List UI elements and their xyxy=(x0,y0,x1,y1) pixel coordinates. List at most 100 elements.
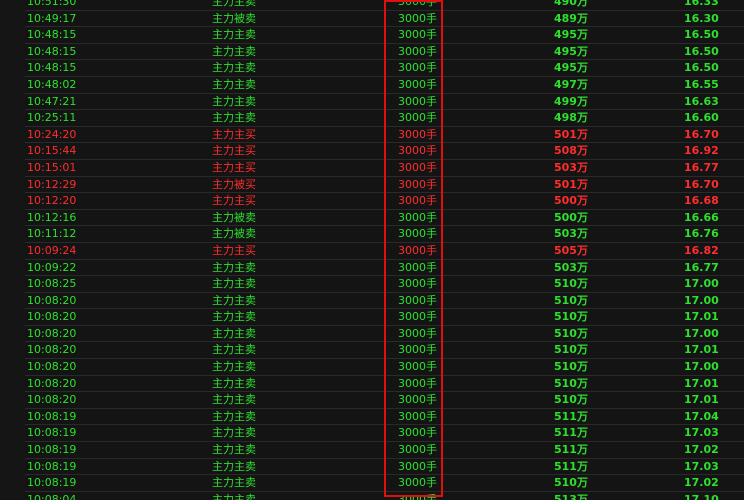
table-row[interactable]: 10:09:24 主力主买 3000手 505万 16.82 xyxy=(25,243,744,260)
trade-amount: 489万 xyxy=(554,11,588,25)
table-row[interactable]: 10:49:17 主力被卖 3000手 489万 16.30 xyxy=(25,11,744,28)
trade-type: 主力主买 xyxy=(212,194,256,208)
trade-amount: 500万 xyxy=(554,210,588,224)
trade-price: 16.55 xyxy=(684,77,719,91)
trade-volume: 3000手 xyxy=(398,343,437,357)
table-row[interactable]: 10:08:19 主力主卖 3000手 511万 17.03 xyxy=(25,459,744,476)
trade-amount: 511万 xyxy=(554,409,588,423)
trade-price: 17.02 xyxy=(684,476,719,490)
trade-price: 16.77 xyxy=(684,160,719,174)
table-row[interactable]: 10:08:19 主力主卖 3000手 511万 17.02 xyxy=(25,442,744,459)
trade-type: 主力主卖 xyxy=(212,409,256,423)
trade-price: 16.60 xyxy=(684,111,719,125)
trade-time: 10:08:20 xyxy=(27,376,77,390)
trade-type: 主力主卖 xyxy=(212,44,256,58)
trade-price: 17.03 xyxy=(684,426,719,440)
trade-price: 16.30 xyxy=(684,11,719,25)
table-row[interactable]: 10:08:20 主力主卖 3000手 510万 17.01 xyxy=(25,376,744,393)
table-row[interactable]: 10:08:25 主力主卖 3000手 510万 17.00 xyxy=(25,276,744,293)
table-row[interactable]: 10:09:22 主力主卖 3000手 503万 16.77 xyxy=(25,260,744,277)
trade-amount: 513万 xyxy=(554,492,588,500)
trade-volume: 3000手 xyxy=(398,194,437,208)
trade-price: 16.70 xyxy=(684,177,719,191)
table-row[interactable]: 10:48:15 主力主卖 3000手 495万 16.50 xyxy=(25,44,744,61)
trade-time: 10:48:02 xyxy=(27,77,77,91)
trade-price: 16.50 xyxy=(684,28,719,42)
trade-price: 17.01 xyxy=(684,310,719,324)
trade-volume: 3000手 xyxy=(398,326,437,340)
trade-volume: 3000手 xyxy=(398,210,437,224)
trade-amount: 510万 xyxy=(554,277,588,291)
table-row[interactable]: 10:08:20 主力主卖 3000手 510万 17.01 xyxy=(25,309,744,326)
table-row[interactable]: 10:15:44 主力主买 3000手 508万 16.92 xyxy=(25,143,744,160)
trade-time: 10:08:19 xyxy=(27,409,77,423)
table-row[interactable]: 10:51:30 主力主卖 3000手 490万 16.33 xyxy=(25,0,744,11)
trade-time: 10:48:15 xyxy=(27,61,77,75)
trade-price: 17.01 xyxy=(684,393,719,407)
trade-volume: 3000手 xyxy=(398,111,437,125)
trade-volume: 3000手 xyxy=(398,11,437,25)
trade-type: 主力主买 xyxy=(212,127,256,141)
table-row[interactable]: 10:47:21 主力主卖 3000手 499万 16.63 xyxy=(25,94,744,111)
trade-price: 16.82 xyxy=(684,243,719,257)
trade-price: 17.04 xyxy=(684,409,719,423)
trade-amount: 510万 xyxy=(554,326,588,340)
trade-price: 16.63 xyxy=(684,94,719,108)
trade-volume: 3000手 xyxy=(398,28,437,42)
trade-amount: 511万 xyxy=(554,426,588,440)
table-row[interactable]: 10:08:04 主力主卖 3000手 513万 17.10 xyxy=(25,492,744,500)
trade-type: 主力被卖 xyxy=(212,11,256,25)
trade-amount: 501万 xyxy=(554,177,588,191)
trade-list: 10:51:30 主力主卖 3000手 490万 16.33 10:49:17 主力被卖 30… xyxy=(0,0,744,500)
trade-amount: 495万 xyxy=(554,44,588,58)
trade-price: 16.33 xyxy=(684,0,719,8)
trade-price: 17.02 xyxy=(684,443,719,457)
trade-type: 主力主卖 xyxy=(212,492,256,500)
table-row[interactable]: 10:08:20 主力主卖 3000手 510万 17.00 xyxy=(25,293,744,310)
table-row[interactable]: 10:11:12 主力被卖 3000手 503万 16.76 xyxy=(25,226,744,243)
trade-volume: 3000手 xyxy=(398,443,437,457)
trade-type: 主力主卖 xyxy=(212,443,256,457)
table-row[interactable]: 10:08:19 主力主卖 3000手 511万 17.03 xyxy=(25,425,744,443)
trade-volume: 3000手 xyxy=(398,0,437,8)
table-row[interactable]: 10:08:20 主力主卖 3000手 510万 17.01 xyxy=(25,392,744,409)
trade-time: 10:08:19 xyxy=(27,459,77,473)
trade-price: 17.10 xyxy=(684,492,719,500)
trade-type: 主力主卖 xyxy=(212,293,256,307)
table-row[interactable]: 10:48:02 主力主卖 3000手 497万 16.55 xyxy=(25,77,744,94)
table-row[interactable]: 10:12:20 主力主买 3000手 500万 16.68 xyxy=(25,193,744,210)
trade-amount: 499万 xyxy=(554,94,588,108)
trade-time: 10:08:04 xyxy=(27,492,77,500)
table-row[interactable]: 10:08:20 主力主卖 3000手 510万 17.01 xyxy=(25,342,744,360)
table-row[interactable]: 10:25:11 主力主卖 3000手 498万 16.60 xyxy=(25,110,744,127)
trade-time: 10:51:30 xyxy=(27,0,77,8)
trade-type: 主力主卖 xyxy=(212,343,256,357)
trade-amount: 495万 xyxy=(554,61,588,75)
trade-amount: 497万 xyxy=(554,77,588,91)
trade-volume: 3000手 xyxy=(398,77,437,91)
trade-price: 16.92 xyxy=(684,144,719,158)
trade-amount: 508万 xyxy=(554,144,588,158)
trade-amount: 505万 xyxy=(554,243,588,257)
table-row[interactable]: 10:12:29 主力被买 3000手 501万 16.70 xyxy=(25,177,744,194)
trade-type: 主力主卖 xyxy=(212,360,256,374)
trade-time: 10:08:20 xyxy=(27,393,77,407)
trade-amount: 511万 xyxy=(554,459,588,473)
table-row[interactable]: 10:48:15 主力主卖 3000手 495万 16.50 xyxy=(25,60,744,77)
trade-type: 主力主卖 xyxy=(212,111,256,125)
trade-amount: 490万 xyxy=(554,0,588,8)
table-row[interactable]: 10:15:01 主力主买 3000手 503万 16.77 xyxy=(25,160,744,177)
trade-type: 主力主买 xyxy=(212,144,256,158)
trade-time: 10:08:19 xyxy=(27,476,77,490)
table-row[interactable]: 10:08:19 主力主卖 3000手 511万 17.04 xyxy=(25,409,744,426)
table-row[interactable]: 10:08:20 主力主卖 3000手 510万 17.00 xyxy=(25,326,744,343)
table-row[interactable]: 10:48:15 主力主卖 3000手 495万 16.50 xyxy=(25,27,744,44)
table-row[interactable]: 10:08:20 主力主卖 3000手 510万 17.00 xyxy=(25,359,744,376)
table-row[interactable]: 10:24:20 主力主买 3000手 501万 16.70 xyxy=(25,127,744,144)
trade-table: 10:51:30 主力主卖 3000手 490万 16.33 10:49:17 主力被卖 30… xyxy=(25,0,744,500)
table-row[interactable]: 10:12:16 主力被卖 3000手 500万 16.66 xyxy=(25,210,744,227)
table-row[interactable]: 10:08:19 主力主卖 3000手 510万 17.02 xyxy=(25,475,744,492)
trade-price: 16.50 xyxy=(684,61,719,75)
trade-type: 主力主卖 xyxy=(212,326,256,340)
trade-volume: 3000手 xyxy=(398,277,437,291)
